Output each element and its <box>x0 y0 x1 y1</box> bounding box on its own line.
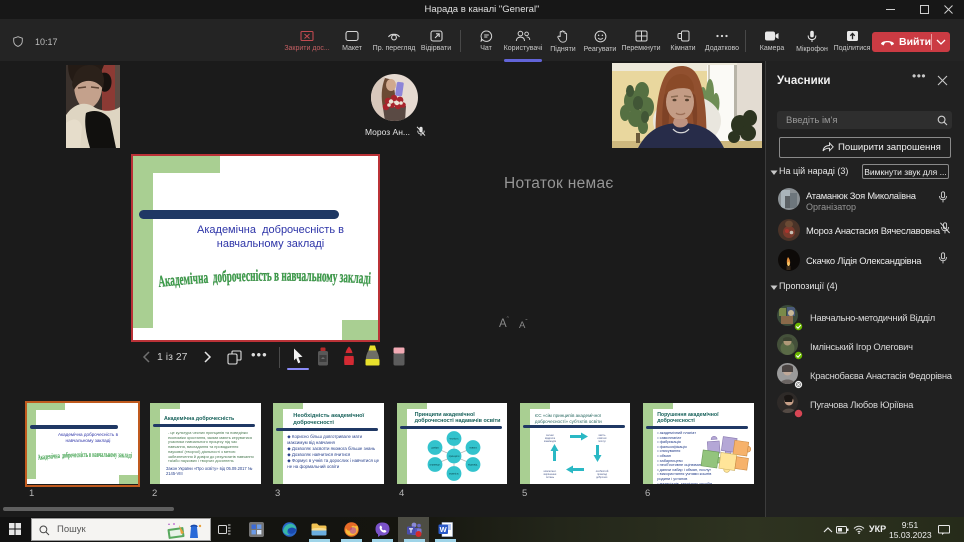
svg-text:чесність: чесність <box>449 438 459 441</box>
svg-text:W: W <box>440 525 448 534</box>
svg-text:послуг: послуг <box>598 440 606 443</box>
svg-text:справедл.: справедл. <box>429 464 440 467</box>
svg-text:принципи: принципи <box>448 455 459 458</box>
svg-text:доброчес.: доброчес. <box>596 475 608 479</box>
svg-text:Академічна доброчесність в на: Академічна доброчесність в навчальному з… <box>37 450 132 462</box>
svg-text:мужність: мужність <box>449 473 460 476</box>
svg-text:взаємодія: взаємодія <box>544 439 557 443</box>
svg-text:Академічна доброчесність в на: Академічна доброчесність в навчальному з… <box>157 266 371 291</box>
svg-text:довіра: довіра <box>431 447 439 450</box>
svg-text:повага: повага <box>469 447 477 450</box>
svg-text:відповід.: відповід. <box>468 464 478 467</box>
svg-text:питань: питань <box>546 476 555 479</box>
